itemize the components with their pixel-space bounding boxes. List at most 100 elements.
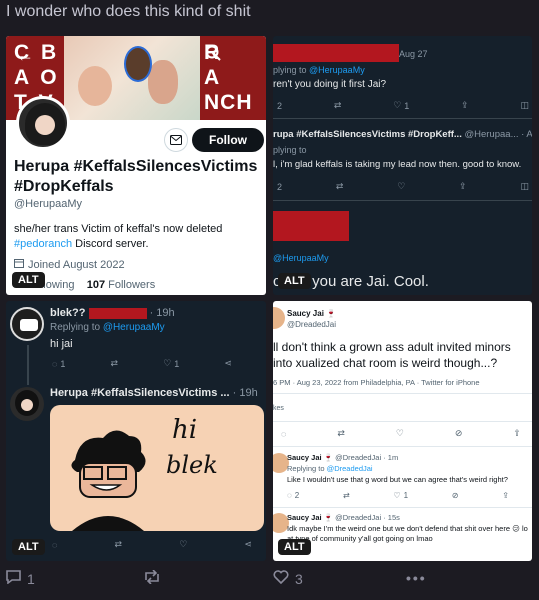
tweet-text: ren't you doing it first Jai? — [273, 79, 387, 90]
retweet-icon[interactable]: ⇄ — [334, 100, 342, 111]
redaction-bar — [273, 44, 399, 62]
alt-badge[interactable]: ALT — [278, 539, 311, 555]
analytics-icon[interactable]: ◫ — [520, 100, 529, 111]
heart-icon[interactable]: ♡ — [396, 428, 404, 439]
tweet-actions: 2 ⇄ ♡ ⇪ ◫ — [277, 181, 529, 192]
reply-avatar[interactable] — [10, 307, 44, 341]
banner-artwork — [64, 36, 200, 120]
alt-badge[interactable]: ALT — [12, 272, 45, 288]
tweet-handle-link[interactable]: @HerupaaMy — [273, 253, 329, 263]
reply-context: plying to — [273, 145, 307, 155]
tweet-actions: ◌ ⇄ ♡ ⋖ — [52, 539, 252, 550]
reply-action[interactable]: 2 — [277, 182, 282, 192]
share-icon[interactable]: ⇪ — [502, 491, 509, 500]
share-icon[interactable]: ⇪ — [513, 428, 521, 439]
block-icon[interactable]: ⊘ — [455, 428, 463, 439]
tweet-author-name: Saucy Jai — [287, 513, 322, 522]
retweet-icon[interactable]: ⇄ — [115, 539, 123, 550]
retweet-icon[interactable]: ⇄ — [337, 428, 345, 439]
favourite-button[interactable]: 3 — [273, 570, 303, 587]
drawing-image[interactable]: hi blek — [50, 405, 264, 531]
tweet-author-name: blek?? — [50, 307, 86, 319]
like-count: 1 — [174, 358, 180, 369]
tweet-author-line: Saucy Jai 🍷 @DreadedJai · 1m — [287, 453, 399, 462]
retweet-icon[interactable]: ⇄ — [343, 491, 350, 500]
reply-button[interactable]: 1 — [6, 570, 35, 587]
block-icon[interactable]: ⊘ — [452, 491, 459, 500]
drawing-text: blek — [166, 451, 218, 479]
reply-action[interactable]: 2 — [277, 101, 282, 111]
bio-text-rest: Discord server. — [72, 238, 149, 250]
tweet-author-line: Saucy Jai 🍷 @DreadedJai · 15s — [287, 513, 400, 522]
share-icon[interactable]: ⋖ — [224, 358, 232, 369]
tweet-actions: 2 ⇄ ♡ 1 ⇪ ◫ — [277, 100, 529, 111]
tweet-actions: ◌ 2 ⇄ ♡ 1 ⊘ ⇪ — [287, 491, 509, 500]
image-tile-tweet[interactable]: Saucy Jai 🍷 @DreadedJai ll don't think a… — [273, 301, 532, 561]
reply-count: 2 — [277, 100, 283, 111]
reply-count: 2 — [277, 181, 283, 192]
bio-text: she/her trans Victim of keffal's now del… — [14, 223, 223, 235]
reply-handle-link[interactable]: @HerupaaMy — [103, 322, 165, 333]
reply-action[interactable]: ◌ 1 — [52, 359, 65, 369]
tweet-avatar[interactable] — [273, 307, 285, 329]
tweet-author-line: Herupa #KeffalsSilencesVictims ... · 19h — [50, 387, 258, 399]
tweet-author-handle: @Herupaa... · A — [464, 129, 532, 140]
joined-text: Joined August 2022 — [28, 258, 125, 271]
reply-handle-link[interactable]: @HerupaaMy — [309, 65, 365, 75]
heart-icon[interactable]: ♡ — [179, 539, 187, 550]
reply-icon[interactable]: ◌ — [281, 429, 286, 439]
post-actions: 1 3 ••• — [0, 569, 539, 594]
tweet-author-name: Saucy Jai — [287, 309, 324, 318]
joined-date: Joined August 2022 — [14, 258, 125, 271]
tweet-text: l, i'm glad keffals is taking my lead no… — [273, 159, 522, 170]
image-tile-profile[interactable]: C B A O T V R A NCH ← Follow Herupa #Kef… — [6, 36, 266, 295]
tweet-time: · 19h — [149, 307, 175, 319]
heart-icon: ♡ — [393, 100, 402, 110]
tweet-author-name: Saucy Jai — [287, 453, 322, 462]
tweet-text: hi jai — [50, 338, 73, 350]
alt-badge[interactable]: ALT — [278, 273, 311, 289]
image-tile-replies[interactable]: blek?? · 19h Replying to @HerupaaMy hi j… — [6, 301, 266, 561]
heart-icon[interactable]: ♡ — [397, 181, 405, 192]
share-icon[interactable]: ⇪ — [459, 181, 467, 192]
message-icon[interactable] — [164, 128, 188, 152]
followers-count: 107 — [86, 279, 106, 291]
like-count: 1 — [404, 100, 410, 111]
search-icon[interactable] — [202, 42, 224, 64]
alt-badge[interactable]: ALT — [12, 539, 45, 555]
bio-hashtag-link[interactable]: #pedoranch — [14, 238, 72, 250]
post-text: I wonder who does this kind of shit — [6, 3, 251, 20]
tweet-author-handle: @DreadedJai · 15s — [335, 513, 400, 522]
banner-face-image — [124, 46, 152, 82]
reply-avatar[interactable] — [10, 387, 44, 421]
like-action[interactable]: ♡ 1 — [393, 100, 409, 111]
redaction-bar — [88, 307, 147, 319]
reply-context: Replying to @DreadedJai — [287, 464, 373, 473]
tweet-date: Aug 27 — [399, 49, 428, 59]
tweet-time: · 19h — [232, 387, 258, 399]
reply-action[interactable]: ◌ 2 — [287, 491, 299, 500]
tweet-text: Like I wouldn't use that g word but we c… — [287, 475, 508, 484]
boost-button[interactable] — [143, 569, 161, 587]
image-tile-thread[interactable]: Aug 27 plying to @HerupaaMy ren't you do… — [273, 36, 532, 295]
heart-icon — [273, 570, 289, 587]
tweet-author-name: Herupa #KeffalsSilencesVictims ... — [50, 387, 230, 399]
followers-label[interactable]: Followers — [108, 279, 155, 291]
analytics-icon[interactable]: ◫ — [520, 181, 529, 192]
reply-icon[interactable]: ◌ — [52, 540, 57, 550]
profile-avatar — [16, 96, 70, 150]
reply-handle-link[interactable]: @DreadedJai — [327, 464, 373, 473]
like-action[interactable]: ♡ 1 — [393, 491, 408, 500]
more-options-icon[interactable]: ••• — [406, 570, 427, 586]
like-action[interactable]: ♡ 1 — [163, 358, 179, 369]
share-icon[interactable]: ⇪ — [461, 100, 469, 111]
retweet-icon[interactable]: ⇄ — [336, 181, 344, 192]
tweet-meta: 6 PM · Aug 23, 2022 from Philadelphia, P… — [273, 378, 480, 387]
back-arrow-icon[interactable]: ← — [14, 44, 36, 66]
share-icon[interactable]: ⋖ — [244, 539, 252, 550]
retweet-icon[interactable]: ⇄ — [111, 358, 119, 369]
favourite-count: 3 — [295, 570, 303, 587]
tweet-actions: ◌ 1 ⇄ ♡ 1 ⋖ — [52, 358, 232, 369]
tweet-text-main: ll don't think a grown ass adult invited… — [273, 340, 511, 370]
follow-button[interactable]: Follow — [192, 128, 264, 152]
